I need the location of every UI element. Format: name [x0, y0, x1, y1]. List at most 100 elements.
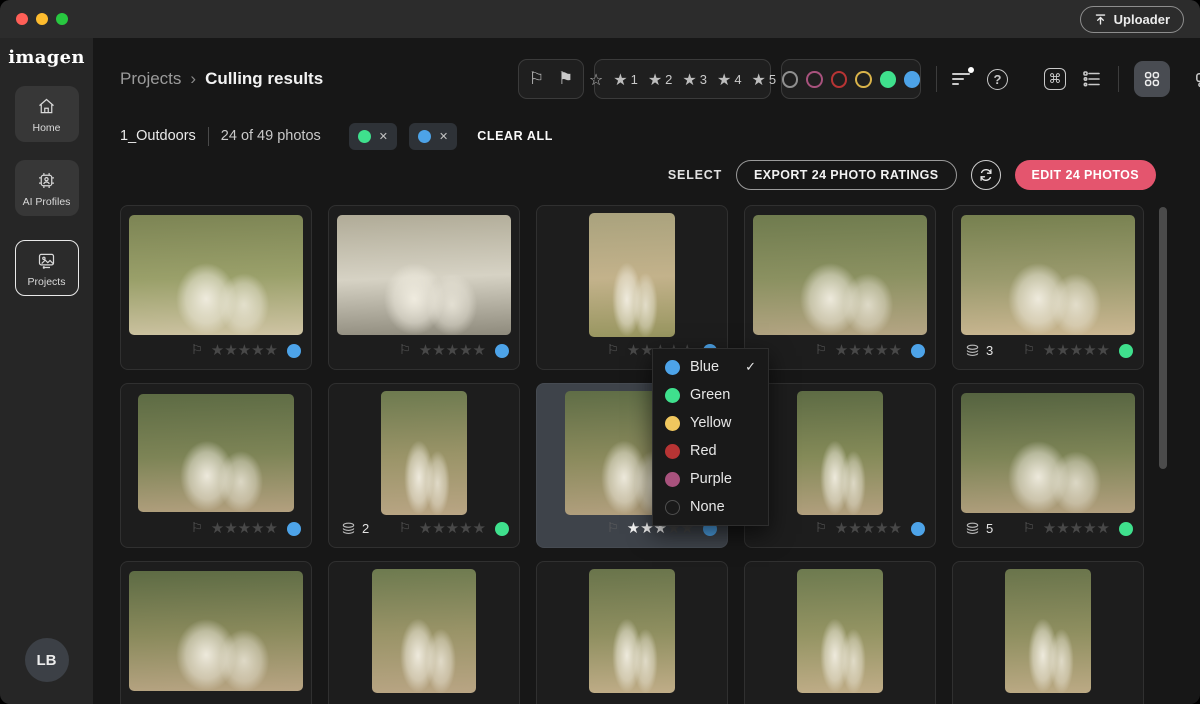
star-filter-1[interactable]: ★1 [613, 70, 638, 89]
color-menu-item-purple[interactable]: Purple✓ [653, 465, 768, 493]
flag-icon[interactable]: ⚐ [815, 343, 827, 358]
star-icon[interactable]: ★ [1056, 519, 1069, 537]
flag-icon[interactable]: ⚐ [607, 343, 619, 358]
photo-card-couple-far-in-orchard[interactable]: ⚐ [120, 561, 312, 704]
list-options-icon[interactable] [1081, 68, 1103, 90]
grid-view-button[interactable] [1134, 61, 1170, 97]
stack-badge[interactable]: 2 [341, 521, 369, 536]
remove-chip-icon[interactable]: ✕ [439, 130, 448, 143]
star-icon[interactable]: ★ [1097, 341, 1110, 359]
remove-chip-icon[interactable]: ✕ [379, 130, 388, 143]
stack-badge[interactable]: 3 [965, 343, 993, 358]
edit-photos-button[interactable]: EDIT 24 PHOTOS [1015, 160, 1156, 190]
color-label-dot[interactable] [911, 522, 925, 536]
flag-filled-filter-icon[interactable]: ⚑ [558, 69, 573, 89]
photo-thumbnail[interactable] [589, 213, 675, 337]
close-window-button[interactable] [16, 13, 28, 25]
color-menu-item-yellow[interactable]: Yellow✓ [653, 409, 768, 437]
color-label-dot[interactable] [495, 522, 509, 536]
star-icon[interactable]: ★ [265, 519, 278, 537]
star-filter-4[interactable]: ★4 [717, 70, 742, 89]
photo-thumbnail[interactable] [961, 215, 1135, 335]
photo-card-pregnant-woman-white-dress[interactable]: ⚐ [952, 561, 1144, 704]
star-icon[interactable]: ★ [251, 519, 264, 537]
color-filter-red[interactable] [831, 71, 847, 88]
star-icon[interactable]: ★ [875, 519, 888, 537]
photo-thumbnail[interactable] [797, 391, 883, 515]
minimize-window-button[interactable] [36, 13, 48, 25]
star-icon[interactable]: ★ [459, 341, 472, 359]
photo-thumbnail[interactable] [753, 215, 927, 335]
filter-icon[interactable] [952, 70, 972, 88]
star-icon[interactable]: ★ [265, 341, 278, 359]
star-icon[interactable]: ★ [211, 341, 224, 359]
sidebar-item-ai-profiles[interactable]: AI Profiles [15, 160, 79, 216]
photo-thumbnail[interactable] [372, 569, 476, 693]
photo-card-man-in-bowtie[interactable]: ⚐ [744, 561, 936, 704]
star-icon[interactable]: ★ [862, 519, 875, 537]
user-avatar[interactable]: LB [25, 638, 69, 682]
star-icon[interactable]: ★ [627, 519, 640, 537]
color-menu-item-blue[interactable]: Blue✓ [653, 353, 768, 381]
color-label-dot[interactable] [287, 344, 301, 358]
star-icon[interactable]: ★ [238, 341, 251, 359]
flag-icon[interactable]: ⚐ [191, 343, 203, 358]
star-filter-3[interactable]: ★3 [682, 70, 707, 89]
star-icon[interactable]: ★ [848, 341, 861, 359]
flag-icon[interactable]: ⚐ [1023, 521, 1035, 536]
star-icon[interactable]: ★ [862, 341, 875, 359]
photo-card-couple-walking-in-orchard[interactable]: 5 ⚐ ★★★★★ [952, 383, 1144, 548]
star-icon[interactable]: ★ [1097, 519, 1110, 537]
color-menu-item-green[interactable]: Green✓ [653, 381, 768, 409]
flag-icon[interactable]: ⚐ [1023, 343, 1035, 358]
breadcrumb-projects-link[interactable]: Projects [120, 69, 181, 89]
star-filter-2[interactable]: ★2 [648, 70, 673, 89]
star-icon[interactable]: ★ [251, 341, 264, 359]
filter-chip-blue[interactable]: ✕ [409, 123, 457, 150]
star-icon[interactable]: ★ [446, 519, 459, 537]
star-icon[interactable]: ★ [1043, 519, 1056, 537]
star-icon[interactable]: ★ [848, 519, 861, 537]
star-icon[interactable]: ★ [473, 519, 486, 537]
photo-card-man-by-white-car-reeds[interactable]: ⚐ ★★★★★ [120, 205, 312, 370]
color-label-dot[interactable] [1119, 344, 1133, 358]
star-icon[interactable]: ★ [889, 519, 902, 537]
refresh-button[interactable] [971, 160, 1001, 190]
photo-card-pregnant-woman-in-orchard[interactable]: ⚐ ★★★★★ [744, 383, 936, 548]
keyboard-shortcuts-icon[interactable]: ⌘ [1044, 68, 1066, 90]
photo-card-man-standing-tan-pants[interactable]: ⚐ [536, 561, 728, 704]
star-icon[interactable]: ★ [211, 519, 224, 537]
star-icon[interactable]: ★ [835, 341, 848, 359]
sidebar-item-home[interactable]: Home [15, 86, 79, 142]
survey-view-button[interactable] [1185, 61, 1200, 97]
color-filter-blue[interactable] [904, 71, 920, 88]
star-icon[interactable]: ★ [1070, 519, 1083, 537]
photo-thumbnail[interactable] [337, 215, 511, 335]
star-icon[interactable]: ★ [432, 341, 445, 359]
vertical-scrollbar[interactable] [1159, 207, 1167, 469]
filter-chip-green[interactable]: ✕ [349, 123, 397, 150]
color-filter-none[interactable] [782, 71, 798, 88]
album-name[interactable]: 1_Outdoors [120, 128, 196, 144]
star-icon[interactable]: ★ [889, 341, 902, 359]
photo-thumbnail[interactable] [797, 569, 883, 693]
uploader-button[interactable]: Uploader [1080, 6, 1184, 33]
help-icon[interactable]: ? [987, 69, 1008, 90]
flag-outline-filter-icon[interactable]: ⚐ [529, 69, 544, 89]
photo-thumbnail[interactable] [381, 391, 467, 515]
star-icon[interactable]: ★ [1070, 341, 1083, 359]
star-icon[interactable]: ★ [238, 519, 251, 537]
photo-thumbnail[interactable] [129, 215, 303, 335]
flag-icon[interactable]: ⚐ [399, 521, 411, 536]
star-icon[interactable]: ★ [224, 519, 237, 537]
star-filter-5[interactable]: ★5 [752, 70, 777, 89]
flag-icon[interactable]: ⚐ [607, 521, 619, 536]
star-icon[interactable]: ★ [1043, 341, 1056, 359]
star-icon[interactable]: ★ [459, 519, 472, 537]
star-icon[interactable]: ★ [627, 341, 640, 359]
photo-card-couple-hugging-orchard[interactable]: 2 ⚐ ★★★★★ [328, 383, 520, 548]
photo-card-couple-adjusting-bowtie-by-car[interactable]: 3 ⚐ ★★★★★ [952, 205, 1144, 370]
photo-thumbnail[interactable] [589, 569, 675, 693]
photo-thumbnail[interactable] [129, 571, 303, 691]
stack-badge[interactable]: 5 [965, 521, 993, 536]
